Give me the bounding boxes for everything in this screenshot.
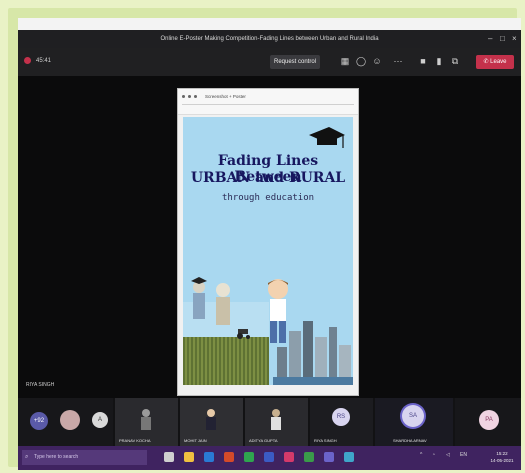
file-explorer-icon[interactable]: [184, 452, 194, 462]
task-view-icon[interactable]: [164, 452, 174, 462]
participant-tile[interactable]: +92 A: [18, 398, 113, 446]
search-icon: ⌕: [25, 454, 29, 460]
participant-name: MOHIT JAIN: [184, 438, 207, 443]
avatar: SA: [402, 405, 424, 427]
participant-tile[interactable]: RS RIYA SINGH: [310, 398, 373, 446]
taskbar-search[interactable]: ⌕ Type here to search: [22, 450, 147, 465]
chat-icon[interactable]: ◯: [356, 56, 366, 66]
meeting-toolbar: 45:41 Request control ▦ ◯ ☺ ⋯ ■ ▮ ⧉ ✆ Le…: [18, 48, 521, 77]
participant-strip: +92 A PRANAV KOCHA MOHIT JAIN ADITYA GUP…: [18, 398, 521, 446]
app-ribbon-icon: [188, 95, 191, 98]
poster-subtitle: through education: [221, 193, 315, 203]
presenter-name-label: RIYA SINGH: [26, 382, 55, 388]
participant-tile[interactable]: PA: [455, 398, 521, 446]
clock-date: 14-05-2021: [490, 458, 514, 463]
window-title: Online E-Poster Making Competition-Fadin…: [160, 36, 379, 42]
word-icon[interactable]: [264, 452, 274, 462]
grid-icon[interactable]: ▦: [340, 56, 350, 66]
app-ribbon-icon: [182, 95, 185, 98]
request-control-button[interactable]: Request control: [270, 55, 320, 69]
top-white-bar: [18, 18, 521, 30]
tray-chevron-icon[interactable]: ^: [420, 452, 422, 458]
share-icon[interactable]: ⧉: [450, 56, 460, 66]
volume-icon[interactable]: ◁: [446, 452, 450, 458]
participant-name: ADITYA GUPTA: [249, 438, 278, 443]
meeting-window: Online E-Poster Making Competition-Fadin…: [18, 18, 521, 470]
shared-app-window: Screenshot + Poster Fading Lines Between…: [177, 88, 359, 396]
office-icon[interactable]: [224, 452, 234, 462]
avatar: RS: [332, 408, 350, 426]
title-bar: Online E-Poster Making Competition-Fadin…: [18, 30, 521, 48]
app-ribbon-icon: [194, 95, 197, 98]
meeting-timer: 45:41: [36, 58, 52, 64]
avatar: PA: [479, 410, 499, 430]
participant-video: [271, 409, 281, 430]
poster: Fading Lines Between URBAN and RURAL thr…: [183, 117, 353, 385]
avatar: [60, 410, 80, 430]
edge-icon[interactable]: [204, 452, 214, 462]
participant-video: [206, 409, 216, 430]
participant-tile-speaking[interactable]: SA SHARDHA ARNAV: [375, 398, 453, 446]
leave-label: Leave: [490, 59, 507, 65]
city-skyline-illustration: [273, 321, 353, 385]
language-icon[interactable]: EN: [460, 452, 467, 458]
rural-farm-field: [183, 337, 269, 385]
participant-tile[interactable]: MOHIT JAIN: [180, 398, 243, 446]
participant-tile[interactable]: ADITYA GUPTA: [245, 398, 308, 446]
camera-icon[interactable]: ■: [418, 56, 428, 66]
shared-screen-stage: Screenshot + Poster Fading Lines Between…: [18, 76, 521, 398]
minimize-button[interactable]: –: [488, 34, 492, 43]
microphone-icon[interactable]: ▮: [434, 56, 444, 66]
participant-tile[interactable]: PRANAV KOCHA: [115, 398, 178, 446]
overflow-count[interactable]: +92: [30, 412, 48, 430]
avatar: A: [92, 412, 108, 428]
windows-taskbar: ⌕ Type here to search ^ ◔ ◁ EN 15:22 14-…: [18, 446, 521, 470]
taskbar-clock[interactable]: 15:22 14-05-2021: [487, 450, 517, 464]
participant-name: RIYA SINGH: [314, 438, 337, 443]
teams-icon[interactable]: [324, 452, 334, 462]
participants-icon[interactable]: ☺: [372, 56, 382, 66]
powerpoint-icon[interactable]: [284, 452, 294, 462]
leave-button[interactable]: ✆ Leave: [476, 55, 514, 69]
participant-video: [141, 409, 151, 430]
more-options-icon[interactable]: ⋯: [393, 56, 403, 66]
network-icon[interactable]: ◔: [432, 452, 435, 458]
close-button[interactable]: ×: [512, 34, 517, 43]
app-ribbon: Screenshot + Poster: [178, 89, 358, 115]
ribbon-divider: [182, 104, 354, 105]
clock-time: 15:22: [496, 451, 508, 456]
participant-name: SHARDHA ARNAV: [393, 438, 427, 443]
app-title: Screenshot + Poster: [205, 94, 246, 99]
maximize-button[interactable]: □: [500, 34, 505, 43]
recording-icon: [24, 57, 31, 64]
phone-icon: ✆: [483, 59, 489, 65]
search-placeholder: Type here to search: [34, 454, 79, 460]
students-illustration: [191, 277, 230, 325]
app-icon[interactable]: [344, 452, 354, 462]
poster-title-line2: URBAN and RURAL: [190, 170, 346, 186]
chrome-icon[interactable]: [244, 452, 254, 462]
excel-icon[interactable]: [304, 452, 314, 462]
graduation-cap-icon: [309, 127, 345, 148]
participant-name: PRANAV KOCHA: [119, 438, 151, 443]
